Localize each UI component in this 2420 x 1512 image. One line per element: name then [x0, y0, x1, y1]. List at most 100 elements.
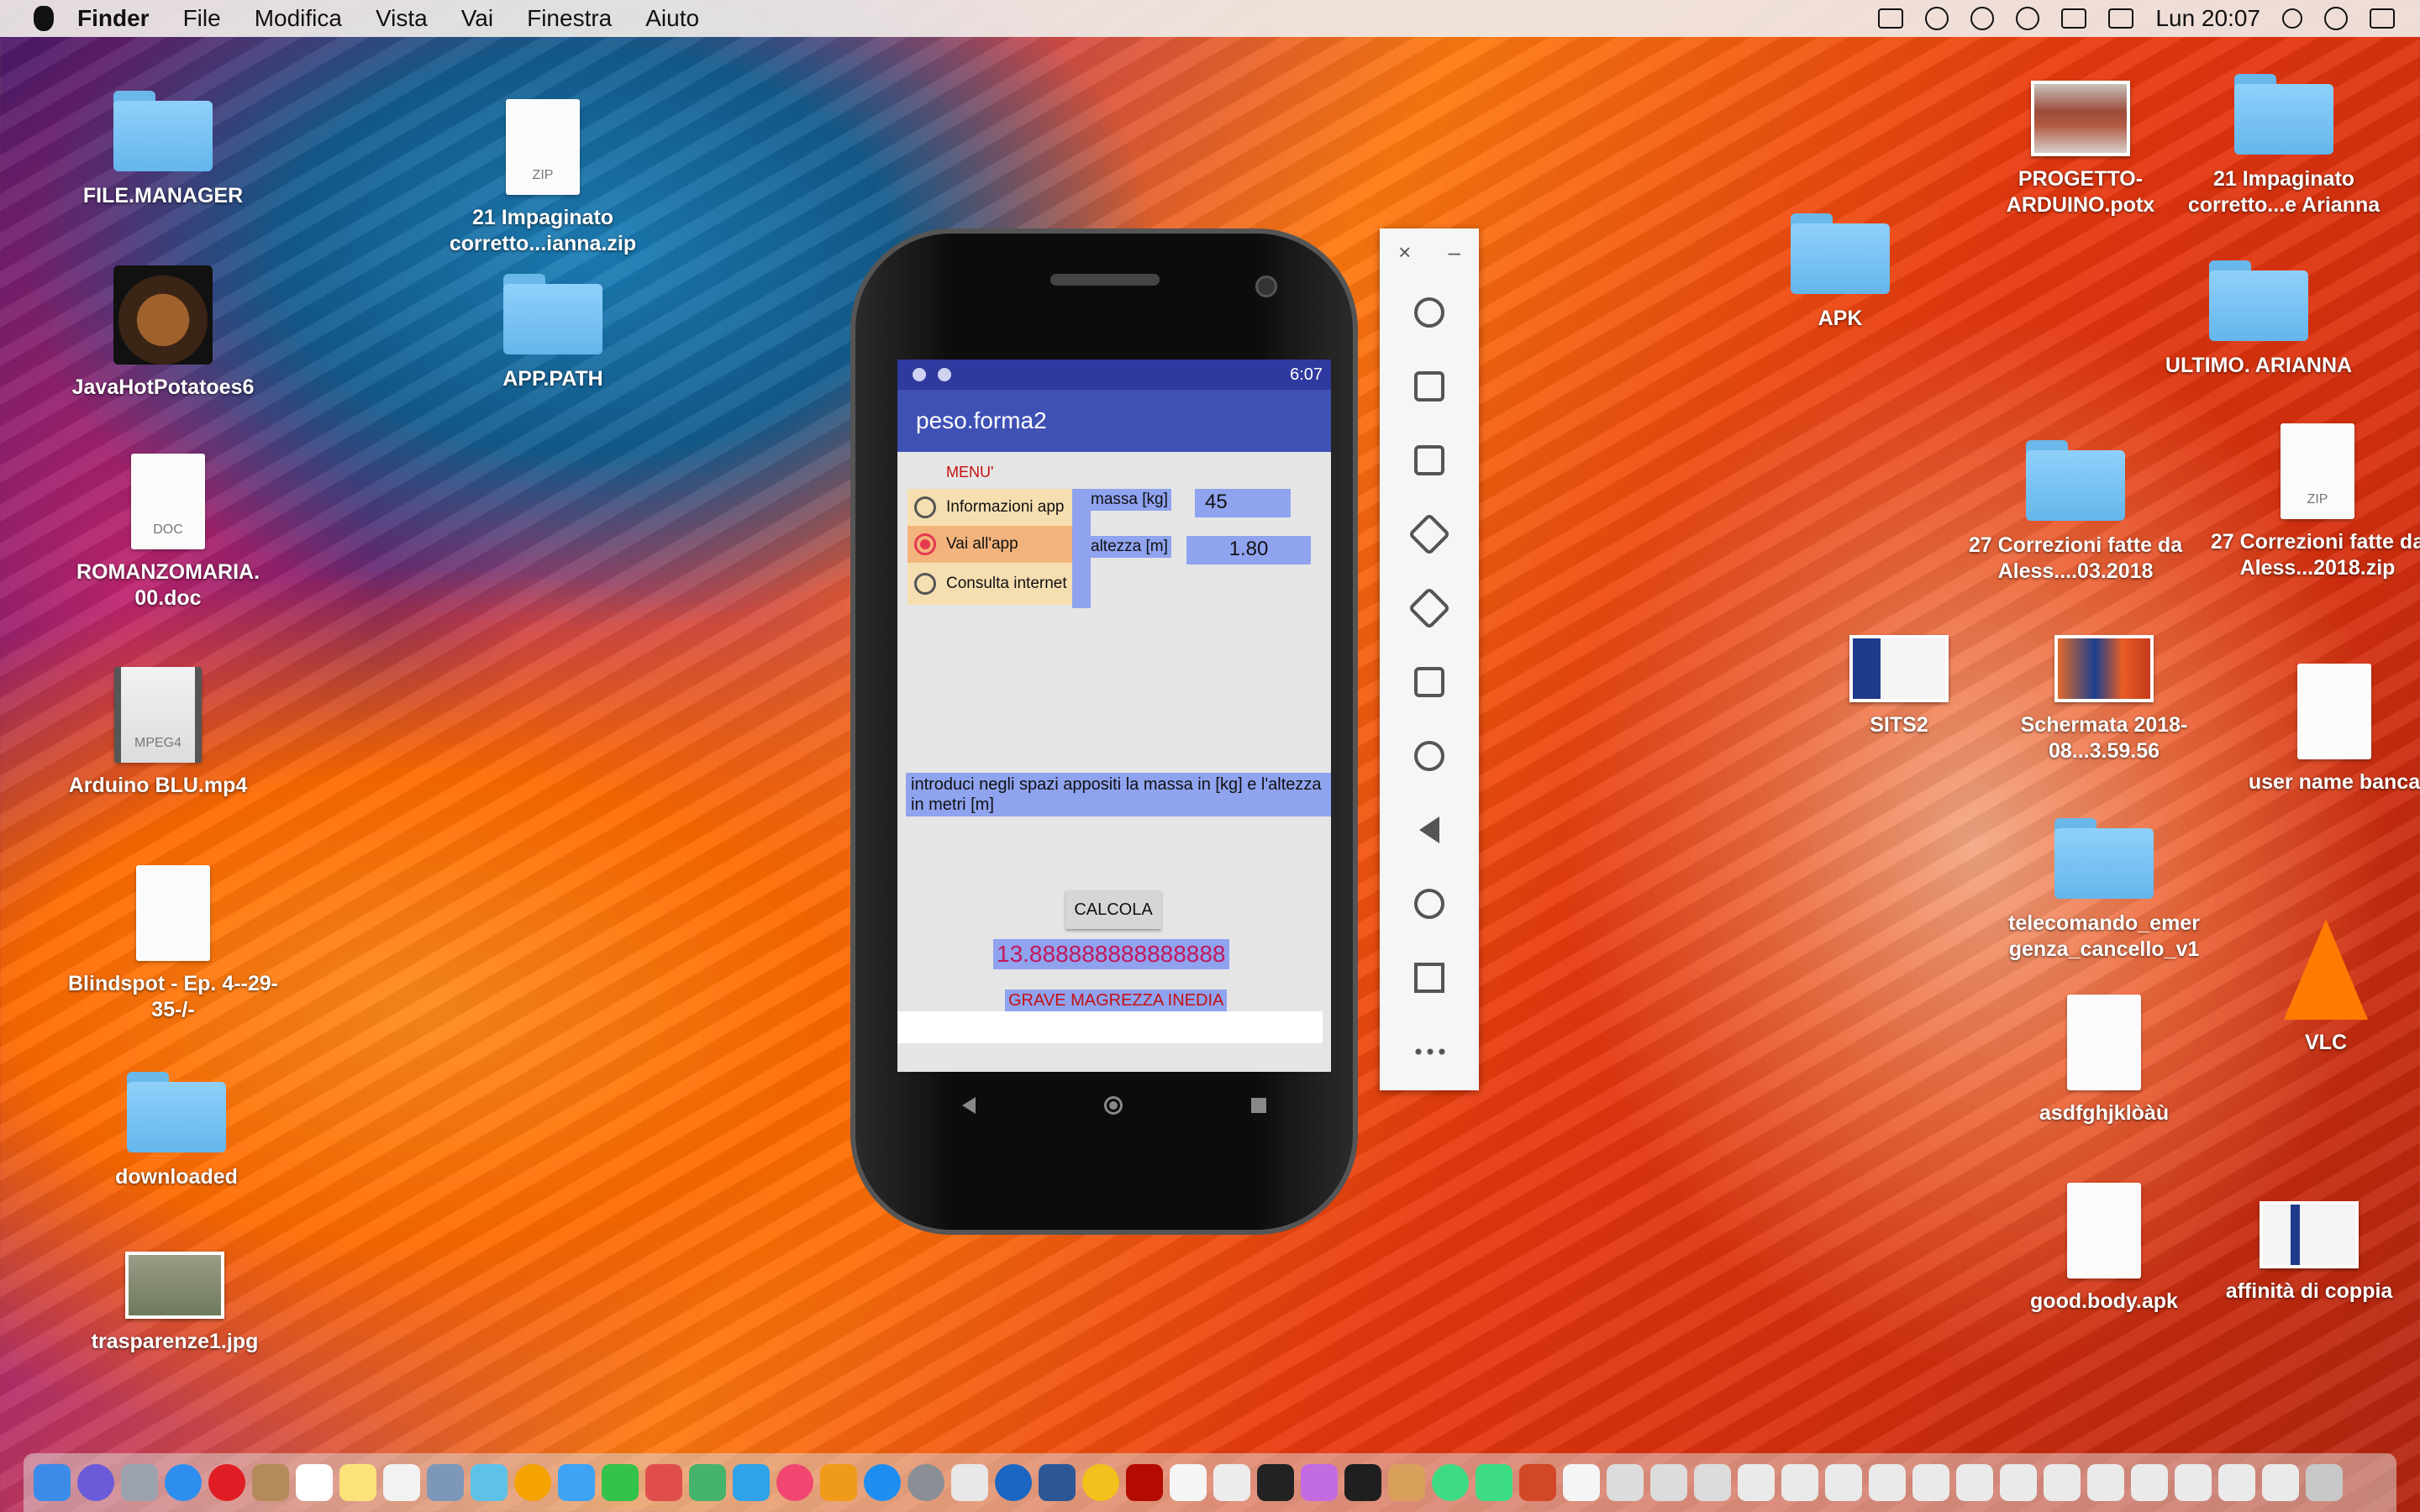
desktop-icon-app-path[interactable]: APP.PATH: [444, 274, 662, 392]
rotate-right-button[interactable]: [1380, 571, 1479, 645]
nav-recents-icon[interactable]: [1251, 1098, 1267, 1113]
minimized-window-16[interactable]: [2218, 1464, 2255, 1501]
calcola-button[interactable]: CALCOLA: [1065, 890, 1161, 929]
launchpad-icon[interactable]: [121, 1464, 158, 1501]
itunes-icon[interactable]: [776, 1464, 813, 1501]
preview-icon[interactable]: [427, 1464, 464, 1501]
app-store-icon[interactable]: [864, 1464, 901, 1501]
safari-icon[interactable]: [165, 1464, 202, 1501]
word-icon[interactable]: [1039, 1464, 1076, 1501]
chrome-icon[interactable]: [1082, 1464, 1119, 1501]
clock[interactable]: Lun 20:07: [2155, 5, 2260, 32]
menu-aiuto[interactable]: Aiuto: [645, 5, 699, 32]
minimized-window-7[interactable]: [1825, 1464, 1862, 1501]
radio-vai-app[interactable]: Vai all'app: [908, 526, 1072, 563]
facetime-icon[interactable]: [602, 1464, 639, 1501]
desktop-icon-romanzomaria[interactable]: DOC ROMANZOMARIA. 00.doc: [59, 454, 277, 612]
desktop-icon-downloaded[interactable]: downloaded: [67, 1072, 286, 1190]
overview-button[interactable]: [1380, 941, 1479, 1015]
nav-home-icon[interactable]: [1103, 1096, 1123, 1115]
radio-consulta-internet[interactable]: Consulta internet: [908, 563, 1072, 605]
minimized-window-8[interactable]: [1869, 1464, 1906, 1501]
battery-icon[interactable]: [2108, 8, 2134, 29]
desktop-icon-ultimo-arianna[interactable]: ULTIMO. ARIANNA: [2149, 260, 2368, 379]
home-button[interactable]: [1380, 867, 1479, 941]
menu-finestra[interactable]: Finestra: [527, 5, 612, 32]
minimized-window-5[interactable]: [1738, 1464, 1775, 1501]
desktop-icon-correzioni-zip[interactable]: ZIP 27 Correzioni fatte da Aless...2018.…: [2208, 423, 2420, 581]
desktop-icon-affinita[interactable]: affinità di coppia: [2200, 1201, 2418, 1305]
minimized-window-10[interactable]: [1956, 1464, 1993, 1501]
desktop-icon-impaginato-arianna[interactable]: 21 Impaginato corretto...e Arianna: [2175, 74, 2393, 218]
minimized-window-12[interactable]: [2044, 1464, 2081, 1501]
desktop-icon-apk[interactable]: APK: [1731, 213, 1949, 332]
numbers-icon[interactable]: [689, 1464, 726, 1501]
menu-modifica[interactable]: Modifica: [255, 5, 342, 32]
automator-icon[interactable]: [1388, 1464, 1425, 1501]
screenshot-button[interactable]: [1380, 645, 1479, 719]
volume-icon[interactable]: [2061, 8, 2087, 29]
volume-down-button[interactable]: [1380, 423, 1479, 497]
rotate-left-button[interactable]: [1380, 497, 1479, 571]
document-icon[interactable]: [1213, 1464, 1250, 1501]
minimized-window-6[interactable]: [1781, 1464, 1818, 1501]
desktop-icon-file-manager[interactable]: FILE.MANAGER: [54, 91, 272, 209]
ibooks-icon[interactable]: [820, 1464, 857, 1501]
android-emulator-icon[interactable]: [1476, 1464, 1512, 1501]
back-button[interactable]: [1380, 793, 1479, 867]
desktop-icon-schermata[interactable]: Schermata 2018-08...3.59.56: [1995, 635, 2213, 764]
bottom-text-field[interactable]: [897, 1011, 1323, 1043]
activity-monitor-icon[interactable]: [1344, 1464, 1381, 1501]
bluetooth-icon[interactable]: [1970, 7, 1995, 30]
acrobat-icon[interactable]: [1126, 1464, 1163, 1501]
desktop-icon-arduino-mp4[interactable]: MPEG4 Arduino BLU.mp4: [49, 667, 267, 799]
desktop-icon-good-body-apk[interactable]: good.body.apk: [1995, 1183, 2213, 1315]
desktop-icon-zip-impaginato[interactable]: ZIP 21 Impaginato corretto...ianna.zip: [434, 99, 652, 257]
wifi-icon[interactable]: [2016, 7, 2040, 30]
height-input[interactable]: 1.80: [1186, 536, 1311, 564]
volume-up-button[interactable]: [1380, 349, 1479, 423]
messages-icon[interactable]: [558, 1464, 595, 1501]
desktop-icon-blindspot[interactable]: Blindspot - Ep. 4--29-35-/-: [64, 865, 282, 1023]
finder-icon[interactable]: [34, 1464, 71, 1501]
pages-icon[interactable]: [733, 1464, 770, 1501]
photos-icon[interactable]: [514, 1464, 551, 1501]
minimized-window-2[interactable]: [1607, 1464, 1644, 1501]
keynote-icon[interactable]: [645, 1464, 682, 1501]
desktop-icon-trasparenze[interactable]: trasparenze1.jpg: [66, 1252, 284, 1355]
desktop-icon-correzioni-folder[interactable]: 27 Correzioni fatte da Aless....03.2018: [1966, 440, 2185, 585]
minimize-icon[interactable]: –: [1448, 239, 1460, 265]
powerpoint-icon[interactable]: [1519, 1464, 1556, 1501]
close-icon[interactable]: ×: [1398, 239, 1411, 265]
notes-icon[interactable]: [252, 1464, 289, 1501]
search-icon[interactable]: [2282, 8, 2302, 29]
calendar-icon[interactable]: [296, 1464, 333, 1501]
desktop-icon-asdfghjkl[interactable]: asdfghjklòàù: [1995, 995, 2213, 1126]
menu-app-name[interactable]: Finder: [77, 5, 150, 32]
siri-icon[interactable]: [2324, 7, 2348, 30]
menu-vista[interactable]: Vista: [376, 5, 428, 32]
minimized-window-14[interactable]: [2131, 1464, 2168, 1501]
terminal-icon[interactable]: [1257, 1464, 1294, 1501]
list-icon[interactable]: [2370, 8, 2395, 29]
minimized-window-3[interactable]: [1650, 1464, 1687, 1501]
textedit-icon[interactable]: [1170, 1464, 1207, 1501]
photo-booth-icon[interactable]: [471, 1464, 508, 1501]
radio-informazioni-app[interactable]: Informazioni app: [908, 489, 1072, 526]
minimized-window-1[interactable]: [1563, 1464, 1600, 1501]
minimized-window-4[interactable]: [1694, 1464, 1731, 1501]
mail-icon[interactable]: [1878, 8, 1904, 29]
minimized-window-9[interactable]: [1912, 1464, 1949, 1501]
grapher-icon[interactable]: [1301, 1464, 1338, 1501]
desktop-icon-telecomando[interactable]: telecomando_emer genza_cancello_v1: [1995, 818, 2213, 963]
minimized-window-11[interactable]: [2000, 1464, 2037, 1501]
zoom-button[interactable]: [1380, 719, 1479, 793]
stickies-icon[interactable]: [339, 1464, 376, 1501]
desktop-icon-user-name-banca[interactable]: user name banca: [2225, 664, 2420, 795]
android-studio-icon[interactable]: [1432, 1464, 1469, 1501]
network-icon[interactable]: [995, 1464, 1032, 1501]
menu-vai[interactable]: Vai: [461, 5, 493, 32]
desktop-icon-sits2[interactable]: SITS2: [1790, 635, 2008, 738]
system-preferences-icon[interactable]: [908, 1464, 944, 1501]
font-book-icon[interactable]: [951, 1464, 988, 1501]
